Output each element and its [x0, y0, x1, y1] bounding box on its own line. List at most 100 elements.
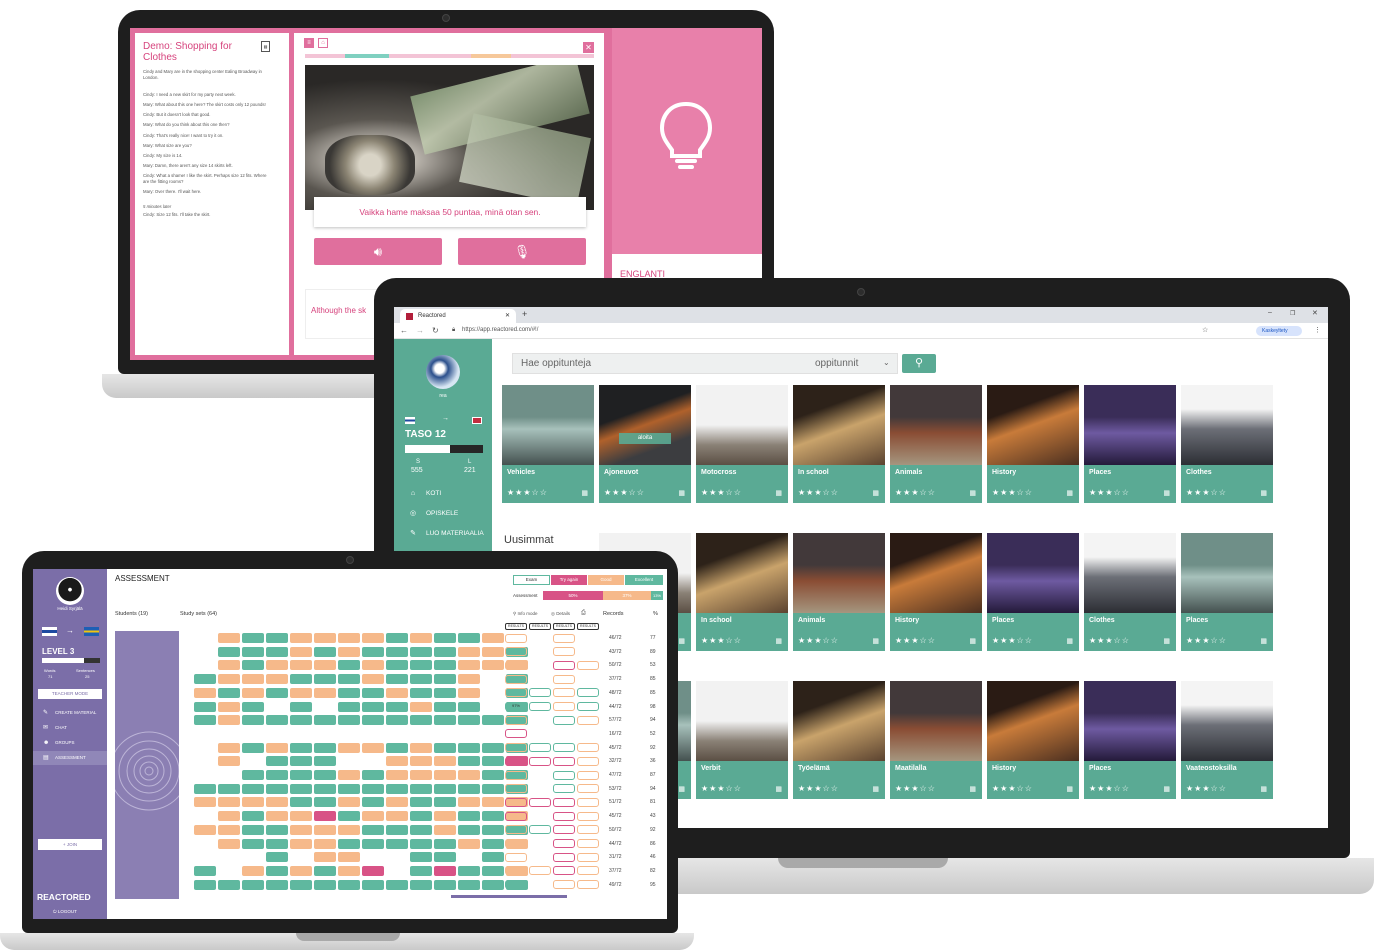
exam-cell[interactable]: [553, 797, 575, 807]
result-cell[interactable]: [458, 770, 480, 780]
result-cell[interactable]: [194, 879, 216, 890]
result-cell[interactable]: [314, 756, 336, 767]
exam-cell[interactable]: [577, 756, 599, 766]
result-cell[interactable]: [410, 660, 432, 671]
details-toggle[interactable]: ◎ Details: [551, 611, 570, 617]
result-cell[interactable]: [338, 783, 360, 794]
exam-cell[interactable]: [553, 660, 575, 670]
result-cell[interactable]: [482, 783, 504, 794]
exam-cell[interactable]: [553, 702, 575, 711]
result-cell[interactable]: [410, 852, 432, 863]
exam-cell[interactable]: [553, 633, 575, 643]
result-cell[interactable]: [338, 633, 360, 643]
exam-cell[interactable]: [577, 797, 599, 807]
info-mode-toggle[interactable]: ⚲ Info mode: [513, 611, 538, 617]
result-cell[interactable]: [218, 701, 240, 712]
sidebar-item-create-material[interactable]: ✎ CREATE MATERIAL: [33, 706, 107, 720]
course-card[interactable]: History ★★★☆☆ ▦: [890, 533, 982, 651]
result-cell[interactable]: [314, 646, 336, 657]
result-cell[interactable]: [482, 797, 504, 808]
result-cell[interactable]: [314, 674, 336, 685]
result-cell[interactable]: [482, 811, 504, 822]
new-tab-icon[interactable]: +: [522, 309, 527, 319]
result-cell[interactable]: [314, 687, 336, 698]
exam-cell[interactable]: [505, 811, 527, 821]
result-cell[interactable]: [434, 633, 456, 643]
result-cell[interactable]: [434, 865, 456, 876]
result-cell[interactable]: [290, 715, 312, 726]
result-cell[interactable]: [242, 797, 264, 808]
results-button[interactable]: RESULTS: [529, 623, 551, 630]
result-cell[interactable]: [314, 742, 336, 753]
avatar[interactable]: [426, 355, 460, 389]
result-cell[interactable]: [314, 633, 336, 643]
calendar-icon[interactable]: ▦: [969, 637, 976, 645]
calendar-icon[interactable]: ▦: [1260, 489, 1267, 497]
sidebar-item-chat[interactable]: ✉ CHAT: [33, 721, 107, 735]
result-cell[interactable]: [434, 715, 456, 726]
exam-cell[interactable]: [529, 797, 551, 807]
horizontal-scrollbar[interactable]: [451, 895, 567, 898]
result-cell[interactable]: [290, 824, 312, 835]
result-cell[interactable]: [434, 646, 456, 657]
result-cell[interactable]: [362, 783, 384, 794]
result-cell[interactable]: [362, 742, 384, 753]
sidebar-item-opiskele[interactable]: ◎ OPISKELE: [394, 506, 492, 522]
exam-cell[interactable]: [529, 825, 551, 835]
result-cell[interactable]: [458, 715, 480, 726]
exam-cell[interactable]: [577, 811, 599, 821]
result-cell[interactable]: [362, 879, 384, 890]
result-cell[interactable]: [362, 715, 384, 726]
result-cell[interactable]: [218, 674, 240, 685]
result-cell[interactable]: [458, 797, 480, 808]
result-cell[interactable]: [434, 742, 456, 753]
sidebar-item-luo-materiaalia[interactable]: ✎ LUO MATERIAALIA: [394, 526, 492, 542]
result-cell[interactable]: [218, 660, 240, 671]
result-cell[interactable]: [482, 770, 504, 780]
results-button[interactable]: RESULTS: [553, 623, 575, 630]
result-cell[interactable]: [338, 715, 360, 726]
exam-cell[interactable]: [505, 633, 527, 643]
result-cell[interactable]: [386, 797, 408, 808]
result-cell[interactable]: [338, 797, 360, 808]
result-cell[interactable]: [482, 633, 504, 643]
sidebar-item-groups[interactable]: ☻ GROUPS: [33, 736, 107, 750]
result-cell[interactable]: [410, 838, 432, 849]
exam-cell[interactable]: [505, 688, 527, 698]
exam-cell[interactable]: [553, 880, 575, 890]
result-cell[interactable]: [362, 646, 384, 657]
result-cell[interactable]: [314, 660, 336, 671]
result-cell[interactable]: [194, 824, 216, 835]
result-cell[interactable]: [290, 742, 312, 753]
result-cell[interactable]: [242, 865, 264, 876]
document-icon[interactable]: ▤: [261, 41, 270, 52]
exam-cell[interactable]: [505, 839, 527, 848]
result-cell[interactable]: [386, 770, 408, 780]
calendar-icon[interactable]: ▦: [678, 489, 685, 497]
exam-cell[interactable]: [577, 660, 599, 670]
result-cell[interactable]: [290, 633, 312, 643]
result-cell[interactable]: [410, 701, 432, 712]
result-cell[interactable]: [266, 783, 288, 794]
course-card[interactable]: Places ★★★☆☆ ▦: [1084, 385, 1176, 503]
result-cell[interactable]: [386, 701, 408, 712]
exam-cell[interactable]: [505, 647, 527, 657]
result-cell[interactable]: [290, 646, 312, 657]
calendar-icon[interactable]: ▦: [1163, 637, 1170, 645]
result-cell[interactable]: [386, 715, 408, 726]
result-cell[interactable]: [338, 824, 360, 835]
result-cell[interactable]: [242, 660, 264, 671]
result-cell[interactable]: [194, 797, 216, 808]
result-cell[interactable]: [410, 811, 432, 822]
calendar-icon[interactable]: ▦: [1260, 637, 1267, 645]
result-cell[interactable]: [338, 660, 360, 671]
minimize-icon[interactable]: –: [1268, 309, 1272, 316]
logout-link[interactable]: ⏻ LOGOUT: [53, 909, 77, 914]
url-text[interactable]: https://app.reactored.com/#!/: [462, 327, 538, 333]
exam-cell[interactable]: [529, 743, 551, 753]
result-cell[interactable]: [266, 838, 288, 849]
course-card[interactable]: Places ★★★☆☆ ▦: [987, 533, 1079, 651]
result-cell[interactable]: [314, 865, 336, 876]
result-cell[interactable]: [266, 879, 288, 890]
result-cell[interactable]: [266, 742, 288, 753]
